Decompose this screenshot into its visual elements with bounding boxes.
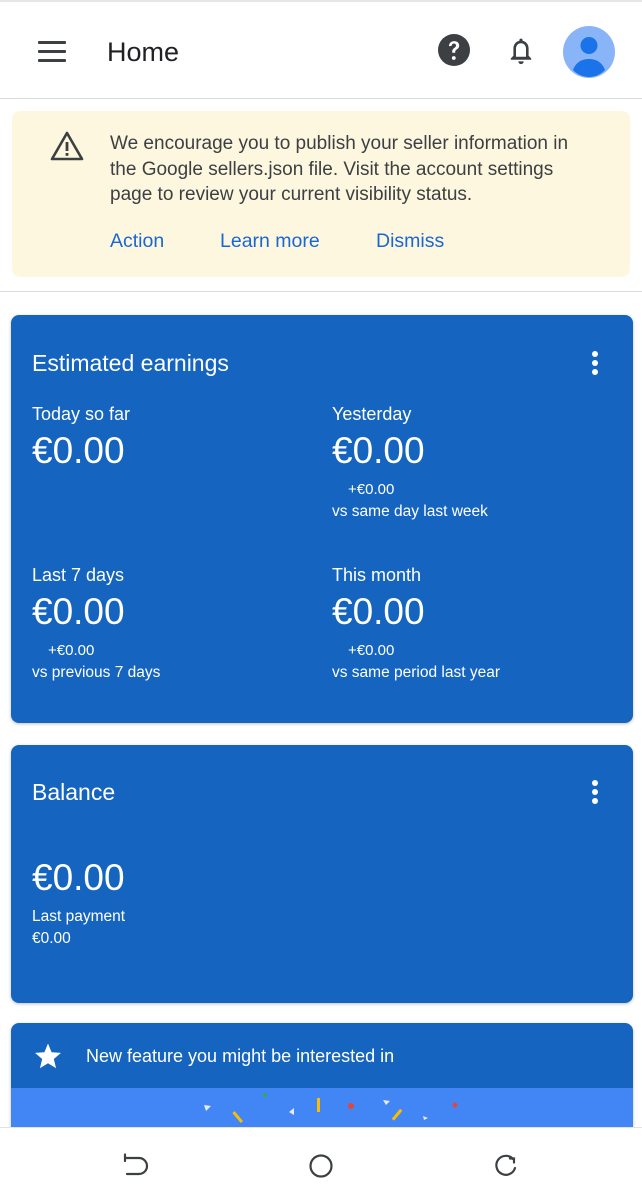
divider (0, 291, 642, 292)
page: Home We encourage you to publish your se… (0, 0, 642, 1200)
account-avatar-icon[interactable] (563, 26, 615, 78)
metric-delta: +€0.00 (48, 642, 95, 659)
feature-text: New feature you might be interested in (86, 1046, 395, 1066)
metric-compare: vs same day last week (332, 503, 488, 520)
metric-compare: vs previous 7 days (32, 664, 161, 681)
recent-apps-icon[interactable] (490, 1150, 522, 1182)
star-icon (34, 1042, 62, 1070)
metric-delta: +€0.00 (348, 481, 395, 498)
menu-icon[interactable] (30, 32, 74, 72)
help-icon[interactable] (437, 33, 471, 67)
system-nav-bar (0, 1127, 642, 1200)
home-circle-icon[interactable] (305, 1150, 337, 1182)
dismiss-link[interactable]: Dismiss (376, 228, 444, 254)
more-options-icon[interactable] (583, 777, 607, 809)
balance-value: €0.00 (32, 857, 125, 898)
metric-value: €0.00 (32, 591, 125, 632)
warning-icon (50, 130, 84, 162)
metric-value: €0.00 (332, 430, 425, 471)
balance-card-title: Balance (32, 779, 116, 805)
last-payment-value: €0.00 (32, 930, 71, 947)
more-options-icon[interactable] (583, 348, 607, 380)
earnings-card-title: Estimated earnings (32, 350, 229, 376)
new-feature-card[interactable]: New feature you might be interested in (11, 1023, 633, 1133)
notice-banner: We encourage you to publish your seller … (12, 111, 630, 277)
metric-delta: +€0.00 (348, 642, 395, 659)
estimated-earnings-card[interactable]: Estimated earnings Today so far €0.00 Ye… (11, 315, 633, 723)
metric-label: Last 7 days (32, 565, 125, 585)
metric-value: €0.00 (32, 430, 125, 471)
last-payment-label: Last payment (32, 908, 126, 925)
learn-more-link[interactable]: Learn more (220, 228, 320, 254)
banner-message: We encourage you to publish your seller … (110, 133, 569, 205)
action-link[interactable]: Action (110, 228, 164, 254)
metric-label: Today so far (32, 404, 131, 424)
metric-label: This month (332, 565, 422, 585)
metric-value: €0.00 (332, 591, 425, 632)
metric-label: Yesterday (332, 404, 412, 424)
balance-card[interactable]: Balance €0.00 Last payment €0.00 (11, 745, 633, 1003)
metric-compare: vs same period last year (332, 664, 500, 681)
page-title: Home (107, 37, 180, 67)
feature-header: New feature you might be interested in (11, 1023, 633, 1088)
back-icon[interactable] (119, 1150, 151, 1182)
bell-icon[interactable] (503, 33, 539, 69)
top-app-bar: Home (0, 0, 642, 99)
